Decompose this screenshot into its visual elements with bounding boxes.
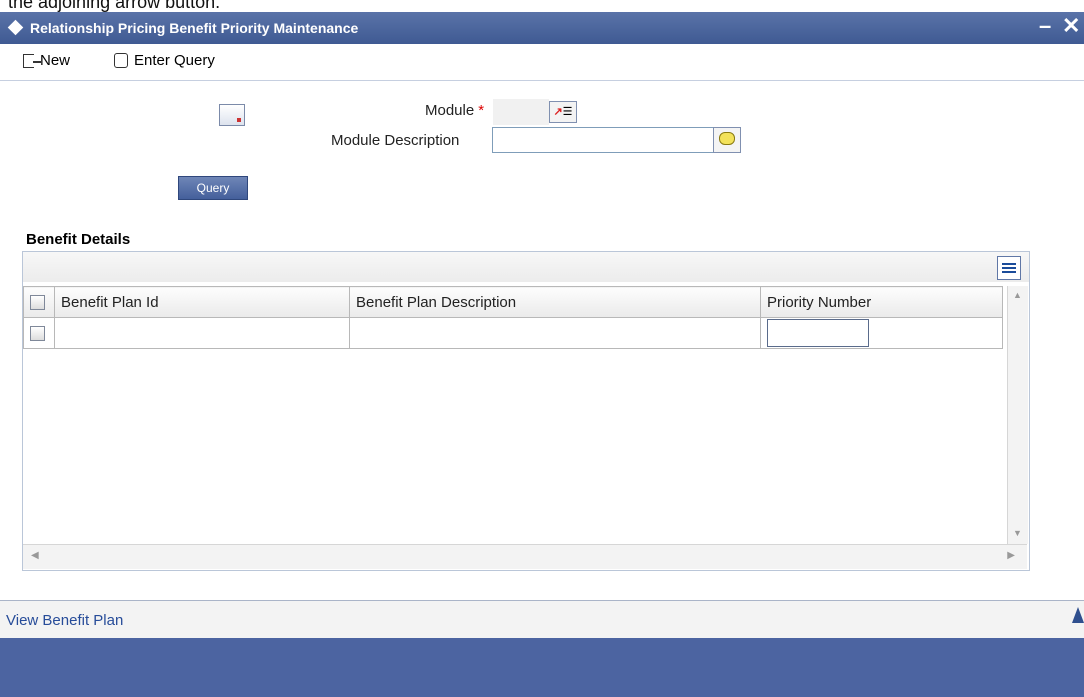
comment-bubble-icon: [719, 132, 735, 145]
scroll-right-icon[interactable]: ▶: [1007, 550, 1015, 561]
close-button[interactable]: ✕: [1062, 13, 1080, 39]
grid-options-line: [1002, 271, 1016, 273]
select-all-column: [23, 286, 55, 318]
row-select-cell: [23, 317, 55, 349]
benefit-details-grid: Benefit Plan Id Benefit Plan Description…: [22, 251, 1030, 571]
benefit-details-title: Benefit Details: [26, 231, 131, 248]
module-description-lookup-button[interactable]: [713, 127, 741, 153]
benefit-table: Benefit Plan Id Benefit Plan Description…: [23, 286, 1003, 349]
column-priority-number: Priority Number: [760, 286, 1003, 318]
module-field[interactable]: [493, 99, 549, 125]
column-benefit-plan-description: Benefit Plan Description: [349, 286, 761, 318]
select-all-checkbox[interactable]: [30, 295, 45, 311]
priority-number-input[interactable]: [767, 319, 869, 347]
query-button[interactable]: Query: [178, 176, 248, 200]
minimize-button[interactable]: –: [1039, 13, 1051, 39]
enter-query-icon: [114, 53, 128, 68]
new-button[interactable]: New: [23, 52, 70, 69]
module-description-field[interactable]: [492, 127, 716, 153]
column-benefit-plan-id: Benefit Plan Id: [54, 286, 350, 318]
footer-panel: [0, 638, 1084, 697]
table-header-row: Benefit Plan Id Benefit Plan Description…: [23, 286, 1003, 318]
attachment-icon[interactable]: [219, 104, 245, 126]
toolbar: New Enter Query: [0, 44, 1084, 81]
row-checkbox[interactable]: [30, 326, 45, 342]
grid-options-line: [1002, 263, 1016, 265]
grid-options-line: [1002, 267, 1016, 269]
enter-query-button[interactable]: Enter Query: [114, 52, 215, 69]
benefit-plan-id-cell[interactable]: [54, 317, 350, 349]
required-marker: *: [478, 102, 485, 119]
bottom-link-bar: View Benefit Plan: [0, 600, 1084, 639]
new-button-label: New: [40, 52, 71, 69]
vertical-scrollbar[interactable]: ▲ ▼: [1007, 286, 1028, 544]
grid-toolbar: [23, 252, 1029, 282]
grid-options-icon[interactable]: [997, 256, 1021, 280]
window-title-bar: Relationship Pricing Benefit Priority Ma…: [0, 12, 1084, 44]
scroll-down-icon[interactable]: ▼: [1013, 528, 1022, 538]
module-description-label: Module Description: [331, 132, 460, 149]
bottom-corner-icon[interactable]: [1072, 607, 1084, 623]
enter-query-label: Enter Query: [134, 52, 215, 69]
scroll-left-icon[interactable]: ◀: [31, 550, 39, 561]
benefit-plan-description-cell[interactable]: [349, 317, 761, 349]
priority-number-cell: [760, 317, 1003, 349]
horizontal-scrollbar[interactable]: ◀ ▶: [23, 544, 1027, 569]
scroll-up-icon[interactable]: ▲: [1013, 290, 1022, 300]
module-list-of-values-button[interactable]: ↗☰: [549, 101, 577, 123]
maintenance-form: Module * ↗☰ Module Description Query Bene…: [0, 81, 1084, 601]
window-diamond-icon: [7, 19, 24, 36]
list-icon: ☰: [562, 106, 573, 118]
table-row: [23, 317, 1003, 349]
window-title: Relationship Pricing Benefit Priority Ma…: [30, 20, 359, 36]
arrow-icon: ↗: [553, 106, 563, 118]
module-label: Module *: [425, 102, 485, 119]
new-record-icon: [23, 54, 41, 68]
view-benefit-plan-link[interactable]: View Benefit Plan: [6, 612, 123, 629]
